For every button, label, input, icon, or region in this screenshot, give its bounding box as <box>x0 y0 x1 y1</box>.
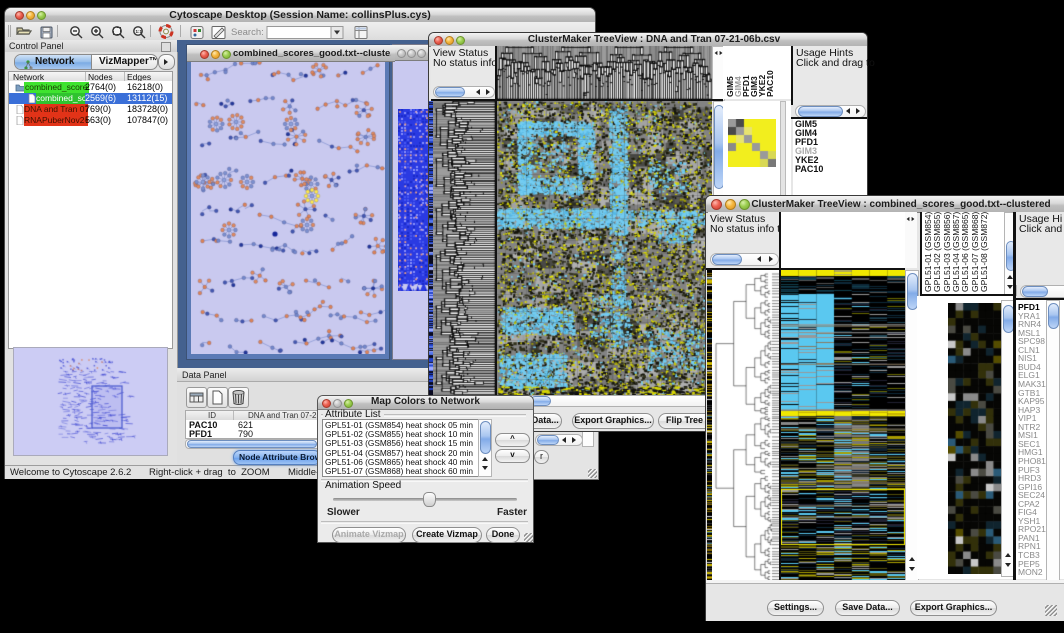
svg-text:1:1: 1:1 <box>136 29 143 34</box>
svg-text:Search:: Search: <box>231 27 264 38</box>
